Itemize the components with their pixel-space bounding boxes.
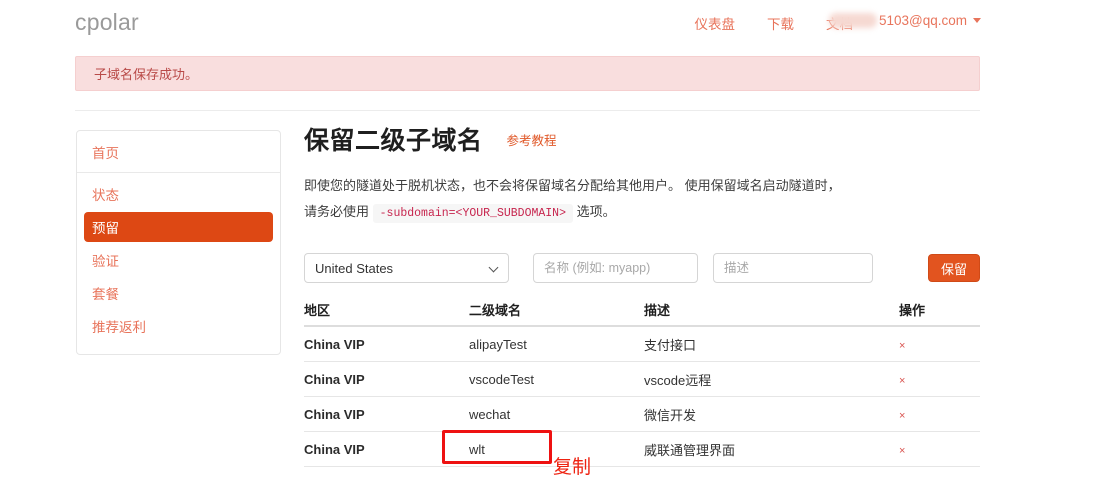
main-content: 保留二级子域名 参考教程 即使您的隧道处于脱机状态，也不会将保留域名分配给其他用… [304, 127, 980, 227]
reserve-form: United States 保留 [304, 253, 980, 283]
delete-icon[interactable]: × [899, 375, 905, 387]
region-cell: China VIP [304, 336, 365, 352]
topnav-link-0[interactable]: 仪表盘 [695, 13, 736, 33]
reserved-domains-table: 地区 二级域名 描述 操作 China VIP alipayTest 支付接口 × China … [304, 294, 980, 467]
sidebar-item-0[interactable]: 状态 [84, 179, 273, 209]
alert-message: 子域名保存成功。 [94, 67, 199, 82]
region-cell: China VIP [304, 441, 365, 457]
sidebar-item-label: 预留 [92, 221, 119, 236]
sidebar-item-label: 状态 [92, 188, 119, 203]
region-cell: China VIP [304, 371, 365, 387]
description-cell: vscode远程 [644, 372, 712, 388]
table-row: China VIP vscodeTest vscode远程 × [304, 362, 980, 397]
table-header-row: 地区 二级域名 描述 操作 [304, 294, 980, 327]
action-cell: × [899, 442, 979, 457]
region-select-value: United States [315, 260, 394, 276]
table-header-cell-1: 二级域名 [469, 303, 522, 318]
chevron-down-icon [973, 18, 981, 23]
page-description: 即使您的隧道处于脱机状态，也不会将保留域名分配给其他用户。 使用保留域名启动隧道… [304, 173, 844, 227]
subdomain-name-input[interactable] [533, 253, 699, 283]
description-cell: 威联通管理界面 [644, 442, 736, 458]
action-cell: × [899, 337, 979, 352]
subdomain-cell: vscodeTest [469, 371, 535, 387]
sidebar-item-label: 验证 [92, 254, 119, 269]
description-cell: 支付接口 [644, 337, 697, 353]
account-email: 5103@qq.com [878, 13, 967, 28]
tutorial-link[interactable]: 参考教程 [507, 130, 557, 149]
action-cell: × [899, 407, 979, 422]
topnav-link-1[interactable]: 下载 [767, 13, 794, 33]
description-cell: 微信开发 [644, 407, 697, 423]
title-row: 保留二级子域名 参考教程 [304, 127, 980, 156]
delete-icon[interactable]: × [899, 340, 905, 352]
header-divider [75, 110, 980, 111]
table-row: China VIP wechat 微信开发 × [304, 397, 980, 432]
region-select[interactable]: United States [304, 253, 510, 283]
description-input[interactable] [713, 253, 874, 283]
reserve-button[interactable]: 保留 [928, 254, 980, 282]
top-bar: cpolar 仪表盘下载文档 5103@qq.com [0, 0, 1099, 46]
page-title: 保留二级子域名 [304, 127, 483, 155]
sidebar-menu: 状态预留验证套餐推荐返利 [77, 173, 280, 354]
subdomain-option-code: -subdomain=<YOUR_SUBDOMAIN> [372, 203, 573, 223]
sidebar-item-label: 推荐返利 [92, 320, 146, 335]
cpolar-dashboard-page: cpolar 仪表盘下载文档 5103@qq.com 子域名保存成功。 首页 状… [0, 0, 1099, 500]
table-row: China VIP wlt 威联通管理界面 × [304, 432, 980, 467]
annotation-label: 复制 [553, 457, 592, 478]
redacted-email-prefix [828, 13, 877, 28]
sidebar-item-2[interactable]: 验证 [84, 245, 273, 275]
success-alert: 子域名保存成功。 [75, 56, 980, 91]
brand-logo[interactable]: cpolar [75, 9, 139, 36]
description-text-part2: 选项。 [576, 203, 616, 219]
subdomain-cell: wechat [469, 406, 511, 422]
delete-icon[interactable]: × [899, 445, 905, 457]
sidebar-item-4[interactable]: 推荐返利 [84, 311, 273, 341]
table-row: China VIP alipayTest 支付接口 × [304, 327, 980, 362]
delete-icon[interactable]: × [899, 410, 905, 422]
table-header-cell-0: 地区 [304, 303, 331, 318]
region-cell: China VIP [304, 406, 365, 422]
sidebar-item-1[interactable]: 预留 [84, 212, 273, 242]
sidebar-item-home[interactable]: 首页 [77, 131, 280, 173]
subdomain-cell: alipayTest [469, 336, 527, 352]
sidebar: 首页 状态预留验证套餐推荐返利 [76, 130, 281, 355]
action-cell: × [899, 372, 979, 387]
chevron-down-icon [488, 262, 499, 273]
table-header-cell-2: 描述 [644, 303, 671, 318]
sidebar-item-label: 套餐 [92, 287, 119, 302]
table-header-cell-3: 操作 [899, 303, 926, 318]
account-menu[interactable]: 5103@qq.com [828, 13, 981, 28]
sidebar-item-3[interactable]: 套餐 [84, 278, 273, 308]
